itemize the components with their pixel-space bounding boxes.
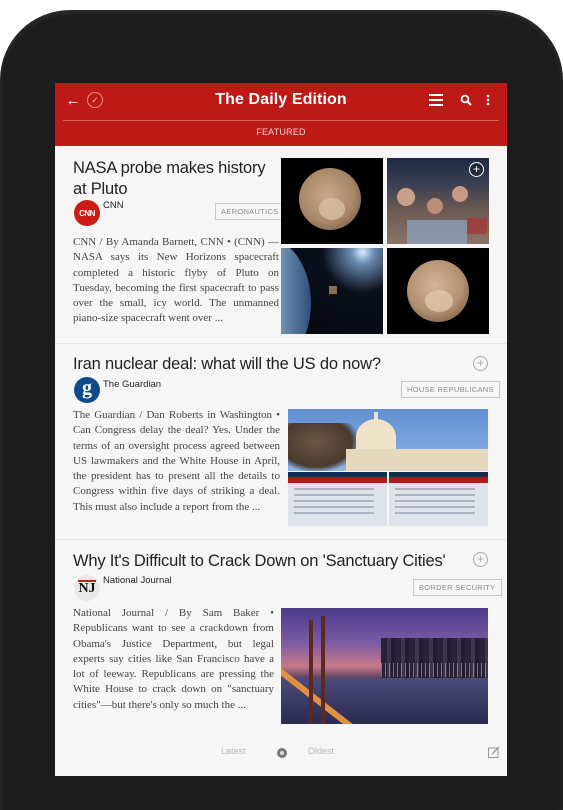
article-excerpt: National Journal / By Sam Baker • Republ…	[73, 607, 274, 711]
more-vertical-icon[interactable]	[485, 93, 491, 107]
topic-tag[interactable]: BORDER SECURITY	[413, 579, 502, 596]
article-title[interactable]: Iran nuclear deal: what will the US do n…	[73, 354, 381, 375]
source-name: CNN	[103, 200, 124, 211]
search-icon[interactable]	[459, 93, 473, 107]
article-title[interactable]: Why It's Difficult to Crack Down on 'San…	[73, 551, 446, 572]
timeline-slider-handle[interactable]	[277, 748, 287, 758]
article-image-infographic[interactable]	[288, 472, 387, 526]
add-icon[interactable]: +	[469, 162, 484, 177]
source-name: The Guardian	[103, 379, 162, 390]
source-name: National Journal	[103, 575, 172, 586]
add-icon[interactable]: +	[473, 552, 488, 567]
cnn-logo: CNN	[74, 200, 100, 226]
article-image-bay-bridge[interactable]	[281, 608, 488, 724]
app-screen: ← ✓ The Daily Edition FEATURED NASA prob…	[55, 83, 507, 776]
article-image-pluto-closeup[interactable]	[387, 248, 489, 334]
article-image-infographic[interactable]	[389, 472, 488, 526]
app-bar-divider	[63, 120, 499, 121]
article-card[interactable]: NASA probe makes history at Pluto CNN CN…	[55, 146, 507, 342]
national-journal-logo: NJ	[74, 575, 100, 601]
edit-icon[interactable]	[488, 745, 500, 758]
article-title[interactable]: NASA probe makes history at Pluto	[73, 158, 266, 200]
article-excerpt: The Guardian / Dan Roberts in Washington…	[73, 409, 280, 513]
latest-button[interactable]: Latest	[221, 746, 246, 756]
hamburger-menu-icon[interactable]	[429, 94, 443, 106]
tab-featured[interactable]: FEATURED	[55, 127, 507, 137]
topic-tag[interactable]: HOUSE REPUBLICANS	[401, 381, 500, 398]
article-image-pluto[interactable]	[281, 158, 383, 244]
article-image-capitol[interactable]	[288, 409, 488, 471]
guardian-logo: g	[74, 377, 100, 403]
article-image-spacecraft[interactable]	[281, 248, 383, 334]
app-bar: ← ✓ The Daily Edition FEATURED	[55, 83, 507, 146]
topic-tag[interactable]: AERONAUTICS	[215, 203, 285, 220]
article-excerpt: CNN / By Amanda Barnett, CNN • (CNN) — N…	[73, 236, 279, 325]
bottom-bar: Latest Oldest	[55, 738, 507, 776]
article-card[interactable]: Why It's Difficult to Crack Down on 'San…	[55, 539, 507, 739]
add-icon[interactable]: +	[473, 356, 488, 371]
oldest-button[interactable]: Oldest	[308, 746, 334, 756]
article-card[interactable]: Iran nuclear deal: what will the US do n…	[55, 343, 507, 539]
